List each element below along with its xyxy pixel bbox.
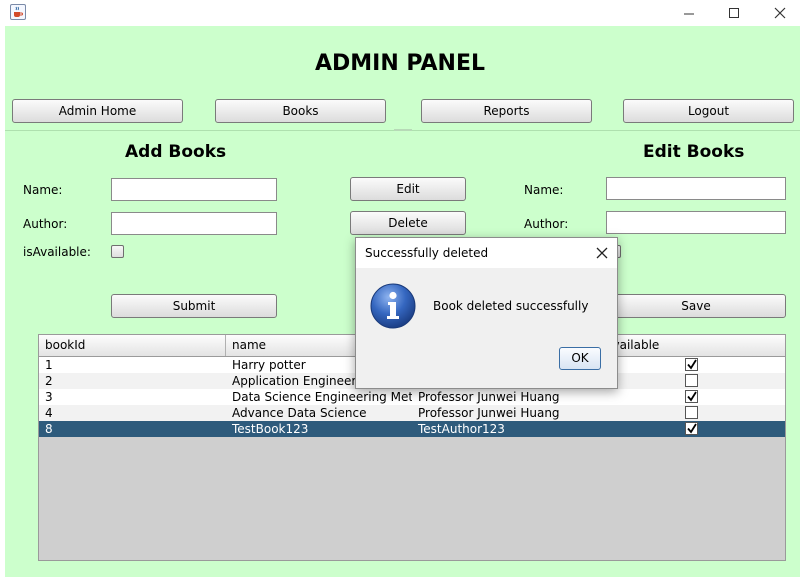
add-author-field[interactable] — [111, 212, 277, 235]
java-cup-icon — [10, 4, 26, 20]
save-button[interactable]: Save — [606, 294, 786, 318]
bookid-cell: 4 — [45, 406, 53, 420]
table-row[interactable]: 8 TestBook123 TestAuthor123 — [39, 421, 785, 437]
bookid-cell: 1 — [45, 358, 53, 372]
column-header-available[interactable]: Available — [599, 335, 785, 356]
author-cell: Professor Junwei Huang — [418, 406, 560, 420]
logout-button[interactable]: Logout — [623, 99, 794, 123]
table-row[interactable]: 3 Data Science Engineering Met... Professo… — [39, 389, 785, 405]
add-available-checkbox[interactable] — [111, 245, 124, 258]
add-name-field[interactable] — [111, 178, 277, 201]
add-available-label: isAvailable: — [23, 245, 91, 259]
reports-button[interactable]: Reports — [421, 99, 592, 123]
name-cell: Data Science Engineering Met... — [232, 390, 412, 404]
bookid-cell: 3 — [45, 390, 53, 404]
edit-author-field[interactable] — [606, 211, 786, 234]
delete-button[interactable]: Delete — [350, 211, 466, 235]
maximize-button[interactable] — [719, 3, 749, 23]
dialog-title: Successfully deleted — [365, 246, 489, 260]
add-name-label: Name: — [23, 183, 63, 197]
success-dialog: Successfully deleted Book deleted succes… — [355, 237, 618, 389]
bookid-cell: 8 — [45, 422, 53, 436]
available-unchecked-icon[interactable] — [685, 406, 698, 419]
info-icon — [370, 283, 416, 329]
minimize-button[interactable] — [674, 3, 704, 23]
window-titlebar — [0, 0, 800, 26]
add-books-title: Add Books — [125, 142, 227, 162]
edit-author-label: Author: — [524, 217, 569, 231]
page-title: ADMIN PANEL — [314, 51, 486, 76]
ok-button[interactable]: OK — [559, 347, 601, 370]
available-checked-icon[interactable] — [685, 390, 698, 403]
dialog-close-icon[interactable] — [594, 245, 610, 261]
admin-home-button[interactable]: Admin Home — [12, 99, 183, 123]
table-row[interactable]: 4 Advance Data Science Professor Junwei Hu… — [39, 405, 785, 421]
bookid-cell: 2 — [45, 374, 53, 388]
author-cell: Professor Junwei Huang — [418, 390, 560, 404]
column-header-bookid[interactable]: bookId — [39, 335, 226, 356]
dialog-message: Book deleted successfully — [433, 299, 589, 313]
edit-books-title: Edit Books — [643, 142, 745, 162]
available-unchecked-icon[interactable] — [685, 374, 698, 387]
edit-button[interactable]: Edit — [350, 177, 466, 201]
name-cell: Advance Data Science — [232, 406, 367, 420]
books-button[interactable]: Books — [215, 99, 386, 123]
submit-button[interactable]: Submit — [111, 294, 277, 318]
split-divider-handle[interactable] — [394, 129, 412, 131]
close-window-button[interactable] — [765, 3, 795, 23]
dialog-titlebar: Successfully deleted — [356, 238, 617, 268]
author-cell: TestAuthor123 — [418, 422, 505, 436]
edit-name-field[interactable] — [606, 177, 786, 200]
name-cell: TestBook123 — [232, 422, 309, 436]
add-author-label: Author: — [23, 217, 68, 231]
available-checked-icon[interactable] — [685, 358, 698, 371]
available-checked-icon[interactable] — [685, 422, 698, 435]
edit-name-label: Name: — [524, 183, 564, 197]
